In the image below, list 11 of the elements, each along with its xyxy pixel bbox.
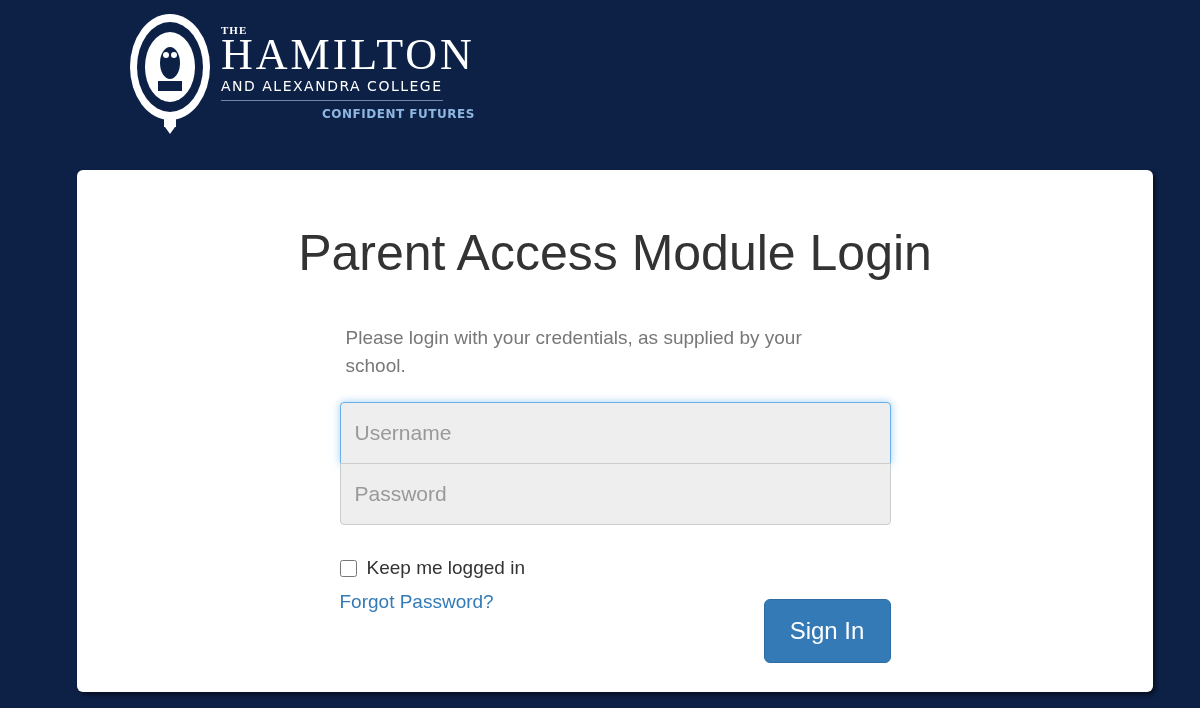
intro-text: Please login with your credentials, as supplied by your school. — [345, 326, 803, 378]
logo-tagline: CONFIDENT FUTURES — [322, 107, 475, 121]
input-field[interactable]: Password — [339, 463, 891, 525]
logo-subtitle: AND ALEXANDRA COLLEGE — [221, 78, 443, 101]
checkbox[interactable] — [339, 559, 357, 577]
checkbox-label: Keep me logged in — [366, 557, 525, 579]
sign-in-button[interactable]: Sign In — [763, 599, 891, 663]
page-title: Parent Access Module Login — [298, 224, 932, 282]
logo-prefix: THE — [221, 24, 248, 36]
forgot-password-link[interactable]: Forgot Password? — [339, 591, 494, 613]
input-field[interactable]: Username — [339, 402, 891, 464]
